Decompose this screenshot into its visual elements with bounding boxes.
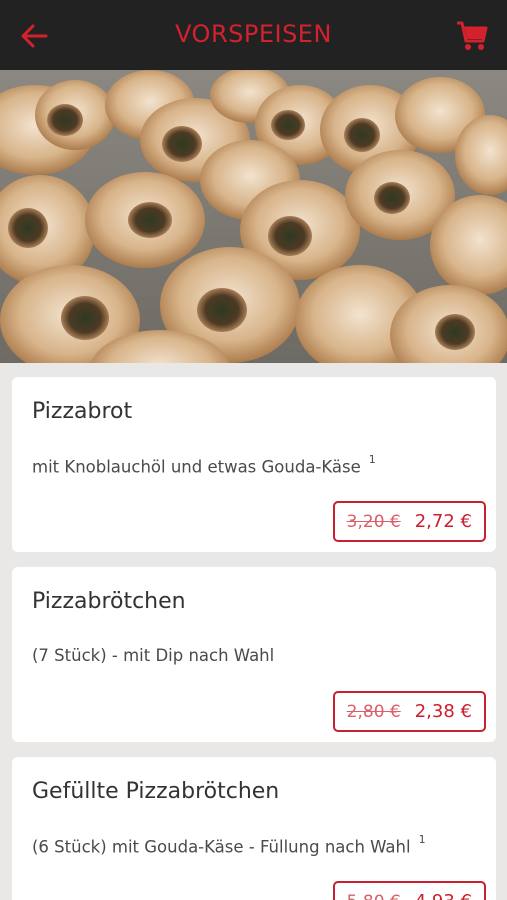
item-name: Gefüllte Pizzabrötchen <box>32 779 280 804</box>
item-description: mit Knoblauchöl und etwas Gouda-Käse 1 <box>32 453 376 477</box>
hero-image <box>0 70 507 363</box>
current-price: 2,38 € <box>414 701 472 722</box>
old-price: 2,80 € <box>346 701 401 722</box>
item-description: (6 Stück) mit Gouda-Käse - Füllung nach … <box>32 833 426 857</box>
page-title: VORSPEISEN <box>175 20 332 48</box>
menu-item-card[interactable]: Gefüllte Pizzabrötchen (6 Stück) mit Gou… <box>12 757 496 900</box>
footnote-marker: 1 <box>368 453 376 466</box>
current-price: 4,93 € <box>415 891 472 900</box>
add-to-cart-price-button[interactable]: 5,80 € 4,93 € <box>332 881 486 900</box>
add-to-cart-price-button[interactable]: 3,20 € 2,72 € <box>332 501 486 542</box>
cart-icon <box>457 21 488 50</box>
old-price: 3,20 € <box>346 511 401 532</box>
current-price: 2,72 € <box>414 511 472 532</box>
menu-item-card[interactable]: Pizzabrot mit Knoblauchöl und etwas Goud… <box>12 377 496 552</box>
footnote-marker: 1 <box>418 833 426 846</box>
menu-item-card[interactable]: Pizzabrötchen (7 Stück) - mit Dip nach W… <box>12 567 496 742</box>
top-app-bar: VORSPEISEN <box>0 0 507 70</box>
item-name: Pizzabrot <box>32 399 133 424</box>
old-price: 5,80 € <box>347 892 401 900</box>
item-name: Pizzabrötchen <box>32 589 186 614</box>
cart-button[interactable] <box>455 17 489 53</box>
add-to-cart-price-button[interactable]: 2,80 € 2,38 € <box>332 691 486 732</box>
item-description: (7 Stück) - mit Dip nach Wahl <box>32 646 275 665</box>
